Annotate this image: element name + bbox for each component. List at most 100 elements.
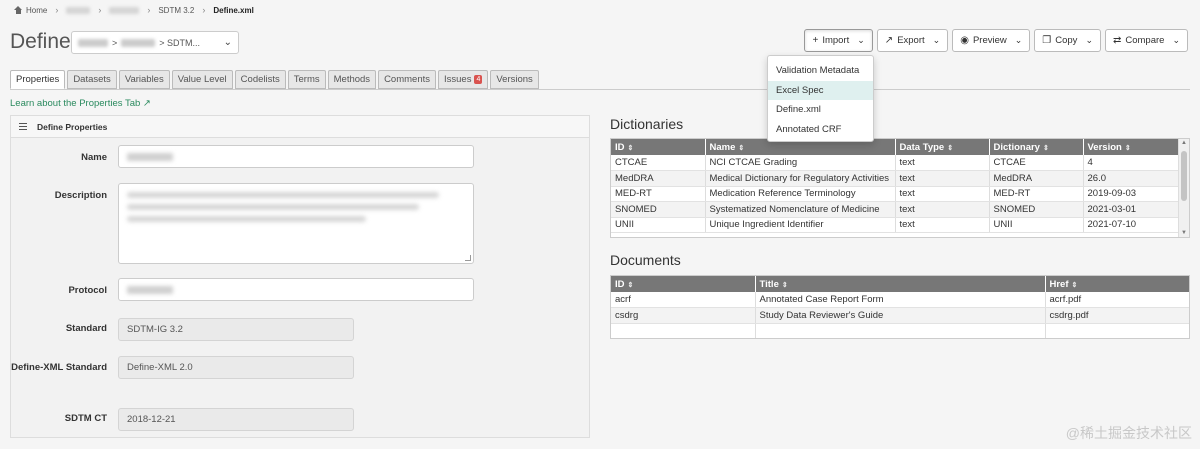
- table-row[interactable]: MED-RT Medication Reference Terminology te…: [611, 186, 1181, 202]
- protocol-value-blurred: [127, 285, 173, 294]
- export-button[interactable]: ↗ Export ⌄: [876, 29, 949, 52]
- table-cell[interactable]: [611, 323, 756, 338]
- table-cell[interactable]: text: [895, 155, 990, 171]
- table-cell[interactable]: text: [895, 186, 990, 202]
- breadcrumb-home[interactable]: Home: [26, 6, 47, 15]
- sort-icon[interactable]: ⇕: [1072, 282, 1078, 289]
- define-select[interactable]: > > SDTM... ⌄: [71, 31, 239, 54]
- table-row[interactable]: SNOMED Systematized Nomenclature of Medic…: [611, 201, 1181, 218]
- sort-icon[interactable]: ⇕: [1125, 145, 1131, 152]
- select-blurred-part: [121, 38, 156, 47]
- table-cell[interactable]: 2019-09-03: [1083, 186, 1181, 202]
- table-cell[interactable]: UNII: [989, 217, 1084, 233]
- dictionaries-column-header[interactable]: ID ⇕: [611, 139, 706, 155]
- table-cell[interactable]: csdrg: [611, 307, 756, 324]
- tab-bar: Properties Datasets Variables Value Leve…: [10, 70, 539, 89]
- table-cell[interactable]: CTCAE: [989, 155, 1084, 171]
- scroll-up-icon[interactable]: ▲: [1181, 140, 1187, 146]
- table-cell[interactable]: text: [895, 217, 990, 233]
- dictionaries-column-header[interactable]: Data Type ⇕: [895, 139, 990, 155]
- sort-icon[interactable]: ⇕: [738, 145, 744, 152]
- external-link-icon: ↗: [884, 35, 894, 46]
- table-cell[interactable]: Medication Reference Terminology: [705, 186, 896, 202]
- import-button[interactable]: + Import ⌄: [804, 29, 873, 52]
- tab-terms[interactable]: Terms: [287, 70, 326, 89]
- documents-column-header[interactable]: Title ⇕: [755, 276, 1046, 292]
- table-cell[interactable]: [1045, 323, 1189, 338]
- sort-icon[interactable]: ⇕: [1043, 145, 1049, 152]
- learn-properties-link[interactable]: Learn about the Properties Tab ↗: [10, 98, 151, 109]
- table-cell[interactable]: 2021-07-10: [1083, 217, 1181, 233]
- tab-properties[interactable]: Properties: [10, 70, 66, 89]
- preview-button[interactable]: ◉ Preview ⌄: [952, 29, 1031, 52]
- name-label: Name: [81, 152, 107, 163]
- table-cell[interactable]: acrf.pdf: [1045, 292, 1189, 308]
- table-cell[interactable]: Study Data Reviewer's Guide: [755, 307, 1046, 324]
- description-value-blurred: [127, 192, 459, 228]
- table-cell[interactable]: Unique Ingredient Identifier: [705, 217, 896, 233]
- menu-item-annotated-crf[interactable]: Annotated CRF: [768, 120, 873, 140]
- tab-comments[interactable]: Comments: [378, 70, 436, 89]
- table-cell[interactable]: Annotated Case Report Form: [755, 292, 1046, 308]
- table-cell[interactable]: [755, 323, 1046, 338]
- tab-datasets[interactable]: Datasets: [67, 70, 117, 89]
- menu-item-validation-metadata[interactable]: Validation Metadata: [768, 61, 873, 81]
- table-cell[interactable]: csdrg.pdf: [1045, 307, 1189, 324]
- tab-value-level[interactable]: Value Level: [171, 70, 233, 89]
- table-cell[interactable]: acrf: [611, 292, 756, 308]
- menu-icon[interactable]: [19, 123, 27, 130]
- table-cell[interactable]: SNOMED: [611, 201, 706, 218]
- menu-item-define-xml[interactable]: Define.xml: [768, 100, 873, 120]
- sort-icon[interactable]: ⇕: [782, 282, 788, 289]
- table-cell[interactable]: NCI CTCAE Grading: [705, 155, 896, 171]
- description-textarea[interactable]: [118, 183, 474, 264]
- table-row[interactable]: UNII Unique Ingredient Identifier text UNII…: [611, 217, 1181, 233]
- dictionaries-column-header[interactable]: Dictionary ⇕: [989, 139, 1084, 155]
- table-row[interactable]: MedDRA Medical Dictionary for Regulatory …: [611, 170, 1181, 187]
- compare-button[interactable]: ⇄ Compare ⌄: [1104, 29, 1188, 52]
- table-cell[interactable]: text: [895, 170, 990, 187]
- sort-icon[interactable]: ⇕: [947, 145, 953, 152]
- tab-versions[interactable]: Versions: [490, 70, 539, 89]
- define-xml-standard-value: Define-XML 2.0: [127, 362, 193, 373]
- table-row[interactable]: csdrg Study Data Reviewer's Guide csdrg.pd…: [611, 307, 1189, 324]
- table-cell[interactable]: 26.0: [1083, 170, 1181, 187]
- protocol-input[interactable]: [118, 278, 474, 301]
- name-input[interactable]: [118, 145, 474, 168]
- table-cell[interactable]: MED-RT: [989, 186, 1084, 202]
- dictionaries-column-header[interactable]: Version ⇕: [1083, 139, 1181, 155]
- breadcrumb-study-blurred[interactable]: [66, 6, 91, 14]
- table-row[interactable]: acrf Annotated Case Report Form acrf.pdf: [611, 292, 1189, 308]
- table-cell[interactable]: MedDRA: [989, 170, 1084, 187]
- breadcrumb-version[interactable]: SDTM 3.2: [158, 6, 194, 15]
- sort-icon[interactable]: ⇕: [628, 282, 634, 289]
- documents-column-header[interactable]: ID ⇕: [611, 276, 756, 292]
- breadcrumb-product-blurred[interactable]: [109, 6, 140, 14]
- table-cell[interactable]: CTCAE: [611, 155, 706, 171]
- scroll-down-icon[interactable]: ▼: [1181, 230, 1187, 236]
- table-row[interactable]: [611, 323, 1189, 338]
- table-cell[interactable]: 4: [1083, 155, 1181, 171]
- table-cell[interactable]: SNOMED: [989, 201, 1084, 218]
- tab-issues[interactable]: Issues 4: [438, 70, 489, 89]
- resize-handle[interactable]: [465, 255, 471, 261]
- tab-codelists[interactable]: Codelists: [234, 70, 286, 89]
- table-cell[interactable]: text: [895, 201, 990, 218]
- tab-methods[interactable]: Methods: [327, 70, 377, 89]
- table-cell[interactable]: Medical Dictionary for Regulatory Activi…: [705, 170, 896, 187]
- dictionaries-scrollbar[interactable]: ▲ ▼: [1178, 139, 1189, 237]
- table-cell[interactable]: Systematized Nomenclature of Medicine: [705, 201, 896, 218]
- breadcrumb-separator: ›: [147, 5, 151, 15]
- table-cell[interactable]: MED-RT: [611, 186, 706, 202]
- table-cell[interactable]: 2021-03-01: [1083, 201, 1181, 218]
- scroll-thumb[interactable]: [1181, 151, 1187, 201]
- table-cell[interactable]: MedDRA: [611, 170, 706, 187]
- copy-label: Copy: [1055, 35, 1078, 46]
- table-cell[interactable]: UNII: [611, 217, 706, 233]
- sort-icon[interactable]: ⇕: [628, 145, 634, 152]
- table-row[interactable]: CTCAE NCI CTCAE Grading text CTCAE 4: [611, 155, 1181, 171]
- menu-item-excel-spec[interactable]: Excel Spec: [768, 80, 873, 100]
- copy-button[interactable]: ❐ Copy ⌄: [1034, 29, 1101, 52]
- tab-variables[interactable]: Variables: [118, 70, 170, 89]
- documents-column-header[interactable]: Href ⇕: [1045, 276, 1189, 292]
